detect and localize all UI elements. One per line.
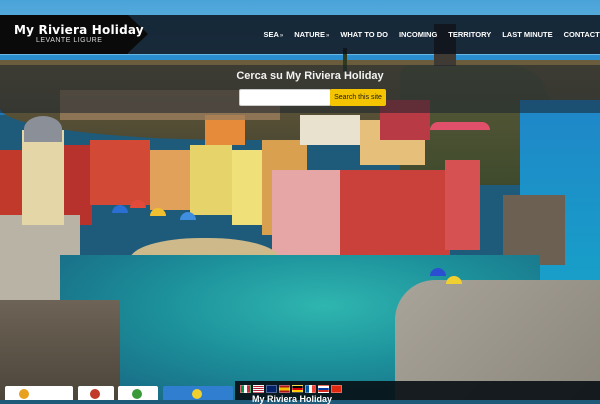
nav-item-label: NATURE xyxy=(294,30,325,39)
search-input[interactable] xyxy=(239,89,331,106)
nav-item-what-to-do[interactable]: WHAT TO DO xyxy=(335,30,394,39)
main-nav: SEA» NATURE» WHAT TO DO INCOMING TERRITO… xyxy=(258,15,600,54)
russia-flag-icon[interactable] xyxy=(318,385,329,393)
house xyxy=(232,150,262,225)
house xyxy=(90,140,150,205)
nav-item-label: TERRITORY xyxy=(448,30,492,39)
partner-logo-thumbnail[interactable] xyxy=(5,386,73,400)
nav-item-nature[interactable]: NATURE» xyxy=(289,30,335,39)
partner-logo-thumbnail[interactable] xyxy=(118,386,158,400)
house xyxy=(272,170,342,255)
rocks xyxy=(0,300,120,400)
language-flags xyxy=(240,385,342,393)
house xyxy=(62,145,92,225)
house xyxy=(150,150,190,210)
umbrella xyxy=(112,205,128,213)
footer-title: My Riviera Holiday xyxy=(252,394,333,404)
church-tower xyxy=(22,130,64,225)
chevron-right-icon: » xyxy=(279,33,284,39)
partner-logo-icon xyxy=(132,389,142,399)
nav-item-contacts[interactable]: CONTACTS xyxy=(558,30,600,39)
search-title: Cerca su My Riviera Holiday xyxy=(236,70,384,82)
spain-flag-icon[interactable] xyxy=(279,385,290,393)
nav-item-incoming[interactable]: INCOMING xyxy=(393,30,442,39)
nav-item-label: INCOMING xyxy=(398,30,438,39)
partner-logo-icon xyxy=(90,389,100,399)
nav-item-label: CONTACTS xyxy=(563,30,600,39)
uk-flag-icon[interactable] xyxy=(266,385,277,393)
house xyxy=(190,145,232,215)
chevron-right-icon: » xyxy=(325,33,330,39)
partner-logo-thumbnail[interactable] xyxy=(78,386,114,400)
church-dome xyxy=(24,116,62,142)
nav-item-territory[interactable]: TERRITORY xyxy=(443,30,497,39)
germany-flag-icon[interactable] xyxy=(292,385,303,393)
nav-item-label: WHAT TO DO xyxy=(340,30,388,39)
china-flag-icon[interactable] xyxy=(331,385,342,393)
partner-logo-icon xyxy=(19,389,29,399)
usa-flag-icon[interactable] xyxy=(253,385,264,393)
france-flag-icon[interactable] xyxy=(305,385,316,393)
nav-item-label: LAST MINUTE xyxy=(502,30,553,39)
house xyxy=(300,115,360,145)
house xyxy=(445,160,480,250)
logo-subtitle: LEVANTE LIGURE xyxy=(36,37,103,44)
nav-item-label: SEA xyxy=(263,30,279,39)
nav-item-last-minute[interactable]: LAST MINUTE xyxy=(497,30,558,39)
italy-flag-icon[interactable] xyxy=(240,385,251,393)
umbrella xyxy=(430,122,490,130)
search-button[interactable]: Search this site xyxy=(330,89,386,106)
logo-title[interactable]: My Riviera Holiday xyxy=(14,23,144,37)
background-photo xyxy=(0,0,600,400)
nav-item-sea[interactable]: SEA» xyxy=(258,30,289,39)
partner-logo-icon xyxy=(192,389,202,399)
partner-logo-thumbnail[interactable] xyxy=(163,386,233,400)
